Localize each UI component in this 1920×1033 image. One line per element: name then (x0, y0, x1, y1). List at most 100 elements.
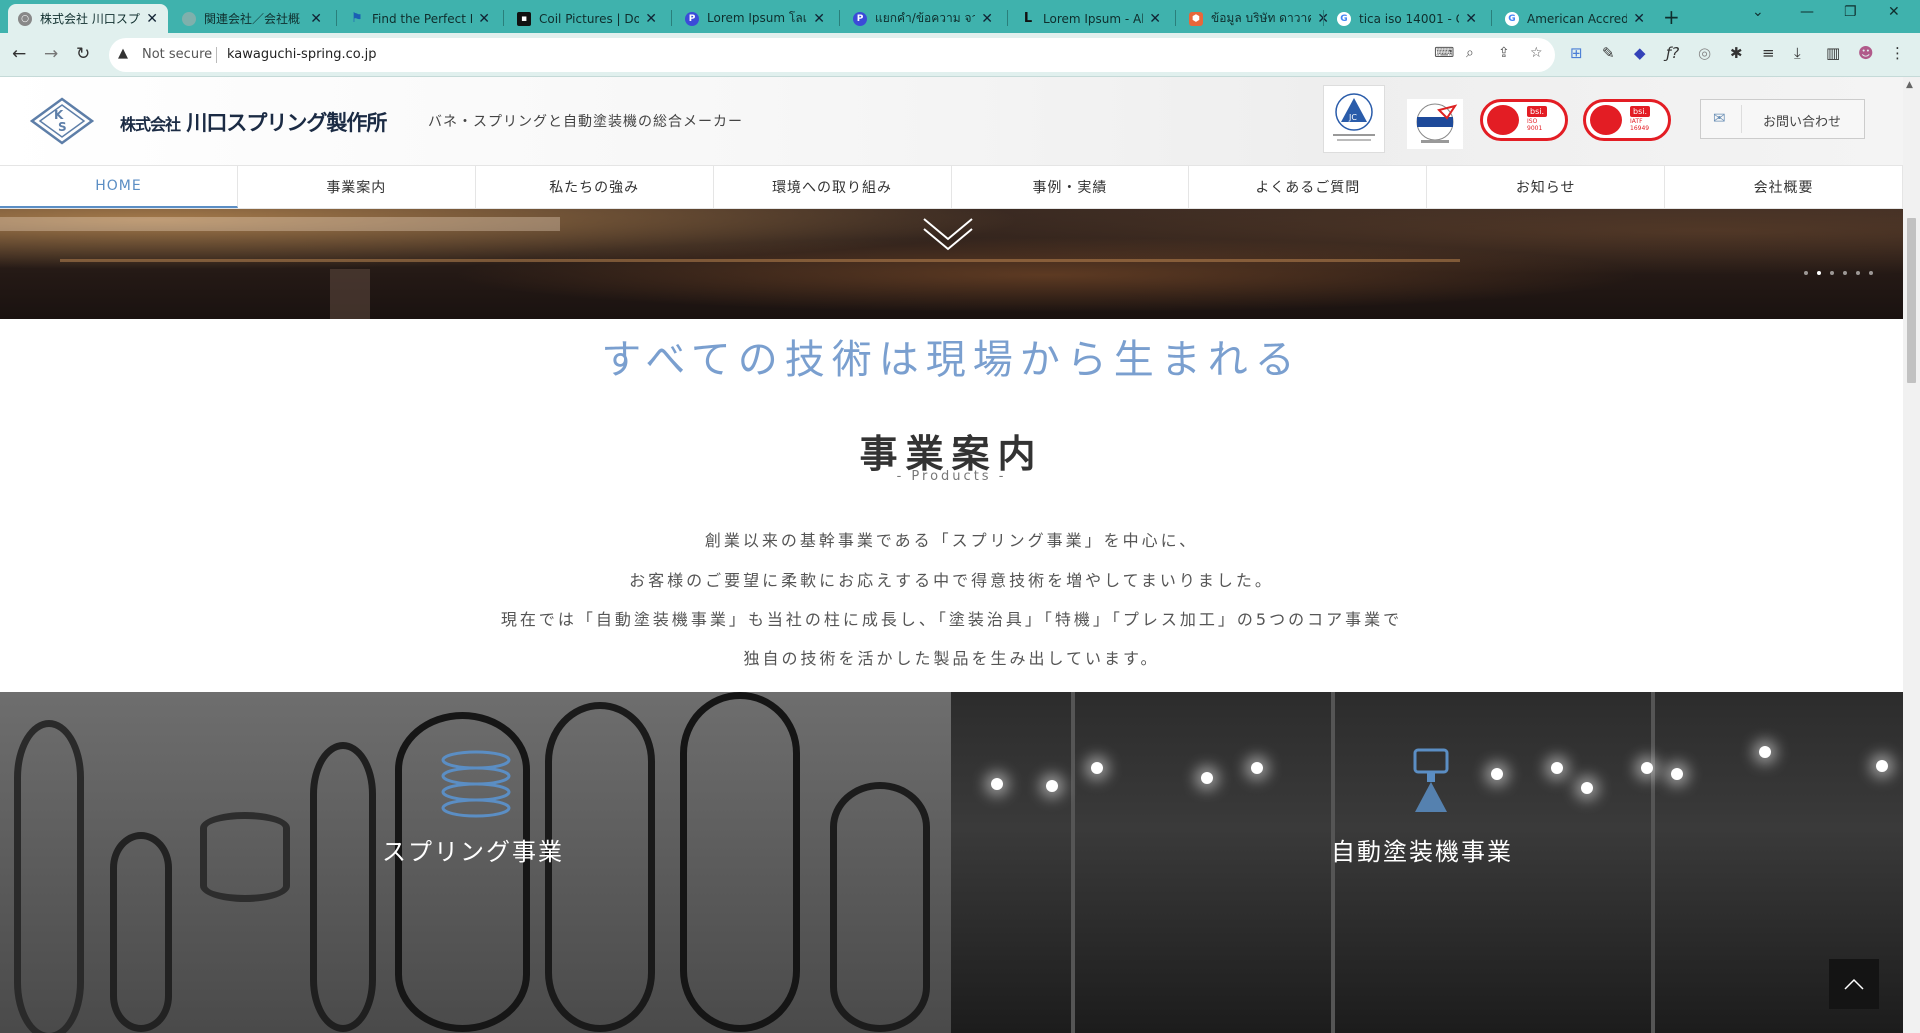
factory-light (1876, 760, 1888, 772)
back-to-top-button[interactable] (1829, 959, 1879, 1009)
download-icon[interactable]: ⤓ (1794, 44, 1801, 62)
company-name[interactable]: 株式会社 川口スプリング製作所 (120, 107, 387, 137)
painting-machine-panel[interactable]: 自動塗装機事業 (951, 692, 1903, 1033)
new-tab-button[interactable]: + (1663, 5, 1680, 29)
tab-tica-iso[interactable]: G tica iso 14001 - Go ✕ (1327, 4, 1487, 33)
scrollbar-thumb[interactable] (1907, 218, 1916, 383)
forward-icon[interactable]: → (44, 44, 58, 64)
nav-home[interactable]: HOME (0, 166, 238, 208)
nav-environment[interactable]: 環境への取り組み (714, 166, 952, 208)
nav-cases[interactable]: 事例・実績 (952, 166, 1190, 208)
close-icon[interactable]: ✕ (1633, 11, 1645, 27)
minimize-icon[interactable]: — (1800, 4, 1814, 20)
tab-separator (336, 10, 337, 26)
mail-icon: ✉ (1713, 109, 1726, 127)
bookmark-star-icon[interactable]: ☆ (1530, 45, 1543, 61)
side-panel-icon[interactable]: ▥ (1826, 44, 1840, 62)
description-line: 独自の技術を活かした製品を生み出しています。 (743, 649, 1160, 668)
tab-find-icon[interactable]: ⚑ Find the Perfect Ico ✕ (340, 4, 500, 33)
tab-lorem-thai[interactable]: P Lorem Ipsum โลเร็ม ✕ (675, 4, 835, 33)
security-label[interactable]: Not secure (142, 47, 212, 62)
bsi-iatf-badge-icon: bsi. IATF 16949 (1583, 99, 1671, 141)
translate-icon[interactable]: ⌨ (1434, 45, 1454, 61)
share-icon[interactable]: ⇪ (1498, 45, 1510, 61)
tab-related-companies[interactable]: 関連会社／会社概 ✕ (172, 4, 332, 33)
close-icon[interactable]: ✕ (645, 11, 657, 27)
back-icon[interactable]: ← (12, 44, 26, 64)
warning-icon[interactable]: ▲ (118, 46, 128, 61)
tab-separator (503, 10, 504, 26)
chevron-up-icon (1844, 978, 1864, 990)
tab-lorem-all[interactable]: L Lorem Ipsum - All t ✕ (1011, 4, 1171, 33)
svg-text:S: S (58, 120, 67, 134)
tica-certification-badge-icon (1407, 99, 1463, 149)
nav-company[interactable]: 会社概要 (1665, 166, 1903, 208)
close-icon[interactable]: ✕ (981, 11, 993, 27)
tab-title: tica iso 14001 - Go (1359, 11, 1459, 26)
slider-dots (1804, 271, 1873, 275)
reading-list-icon[interactable]: ≡ (1762, 44, 1775, 62)
reload-icon[interactable]: ↻ (76, 44, 90, 64)
nav-news[interactable]: お知らせ (1427, 166, 1666, 208)
slider-dot-active[interactable] (1817, 271, 1821, 275)
menu-kebab-icon[interactable]: ⋮ (1890, 44, 1905, 62)
tab-search-icon[interactable]: ⌄ (1752, 4, 1764, 20)
close-icon[interactable]: ✕ (478, 11, 490, 27)
spring-business-panel[interactable]: スプリング事業 (0, 692, 951, 1033)
url-text[interactable]: kawaguchi-spring.co.jp (227, 47, 377, 62)
tab-kawaguchi[interactable]: ○ 株式会社 川口スプリ ✕ (8, 4, 168, 33)
zoom-icon[interactable]: ⌕ (1466, 45, 1474, 61)
tab-company-info[interactable]: ⬢ ข้อมูล บริษัท ดาวาคุจิ ✕ (1179, 4, 1339, 33)
tab-title: 関連会社／会社概 (204, 12, 301, 26)
tab-separator (839, 10, 840, 26)
eyedropper-icon[interactable]: ✎ (1602, 44, 1615, 62)
close-icon[interactable]: ✕ (310, 11, 322, 27)
factory-light (991, 778, 1003, 790)
factory-beam (1651, 692, 1655, 1033)
close-window-icon[interactable]: ✕ (1888, 4, 1900, 20)
close-icon[interactable]: ✕ (1149, 11, 1161, 27)
scroll-down-chevron-icon[interactable] (918, 213, 978, 255)
tab-separator (1491, 10, 1492, 26)
extension-badge-icon[interactable]: ◆ (1634, 44, 1646, 62)
hexagon-icon: ⬢ (1189, 11, 1203, 26)
contact-button[interactable]: ✉ お問い合わせ (1700, 99, 1865, 139)
painting-machine-title[interactable]: 自動塗装機事業 (1331, 832, 1513, 867)
nav-strengths[interactable]: 私たちの強み (476, 166, 714, 208)
spray-gun-icon (1413, 748, 1449, 812)
tab-coil-pictures[interactable]: ▪ Coil Pictures | Dow ✕ (507, 4, 667, 33)
slider-dot[interactable] (1830, 271, 1834, 275)
translate-extension-icon[interactable]: ⊞ (1570, 44, 1583, 62)
tab-american-accredit[interactable]: G American Accredit ✕ (1495, 4, 1655, 33)
site-tagline: バネ・スプリングと自動塗装機の総合メーカー (428, 114, 743, 130)
slider-dot[interactable] (1869, 271, 1873, 275)
nav-faq[interactable]: よくあるご質問 (1189, 166, 1428, 208)
close-icon[interactable]: ✕ (1465, 11, 1477, 27)
tab-split-text[interactable]: P แยกคำ/ข้อความ จาก ✕ (843, 4, 1003, 33)
section-subtitle: - Products - (896, 469, 1007, 484)
extensions-puzzle-icon[interactable]: ✱ (1730, 44, 1743, 62)
screenshot-icon[interactable]: ◎ (1698, 44, 1711, 62)
globe-icon (182, 11, 196, 26)
restore-icon[interactable]: ❐ (1844, 4, 1857, 20)
coil-image (545, 702, 655, 1032)
close-icon[interactable]: ✕ (813, 11, 825, 27)
slider-dot[interactable] (1843, 271, 1847, 275)
camera-icon: ▪ (517, 11, 531, 26)
nav-business[interactable]: 事業案内 (238, 166, 476, 208)
slider-dot[interactable] (1856, 271, 1860, 275)
company-logo-icon[interactable]: K S (30, 97, 94, 145)
factory-light (1671, 768, 1683, 780)
profile-avatar-icon[interactable]: ☻ (1858, 44, 1874, 62)
factory-light (1581, 782, 1593, 794)
close-icon[interactable]: ✕ (146, 11, 158, 27)
slider-dot[interactable] (1804, 271, 1808, 275)
contact-label: お問い合わせ (1763, 115, 1842, 130)
spring-business-title[interactable]: スプリング事業 (382, 832, 564, 867)
scroll-up-arrow-icon[interactable]: ▲ (1906, 80, 1913, 90)
company-name-main: 川口スプリング製作所 (186, 111, 387, 135)
factory-light (1091, 762, 1103, 774)
globe-icon: ○ (18, 11, 32, 26)
web-page: K S 株式会社 川口スプリング製作所 バネ・スプリングと自動塗装機の総合メーカ… (0, 77, 1903, 1033)
formula-icon[interactable]: ƒ? (1666, 44, 1679, 62)
